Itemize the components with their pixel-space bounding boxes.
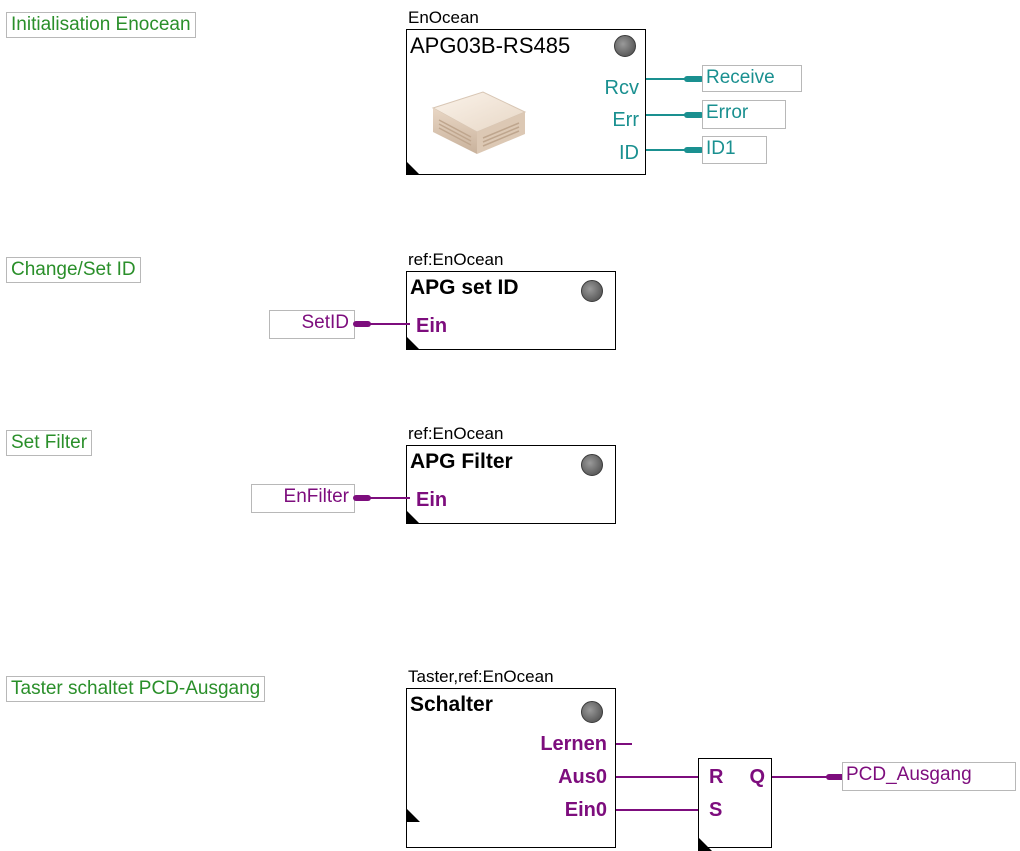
wire-ein0-s[interactable]	[616, 809, 706, 811]
fb-corner-marker	[406, 161, 420, 175]
output-error[interactable]: Error	[702, 100, 786, 129]
fb-corner-marker	[406, 808, 420, 822]
pin-lernen: Lernen	[540, 733, 607, 755]
comment-init[interactable]: Initialisation Enocean	[6, 12, 196, 38]
fb-filter-label: ref:EnOcean	[408, 424, 504, 443]
status-led-icon	[581, 701, 603, 723]
fb-schalter-title: Schalter	[410, 693, 493, 716]
comment-taster[interactable]: Taster schaltet PCD-Ausgang	[6, 676, 266, 702]
connector-err-icon	[684, 112, 704, 118]
pin-err: Err	[612, 109, 639, 131]
comment-set-filter[interactable]: Set Filter	[6, 430, 93, 456]
input-setid[interactable]: SetID	[269, 310, 355, 339]
pin-s: S	[709, 799, 723, 821]
fb-setid-title: APG set ID	[410, 276, 519, 299]
status-led-icon	[581, 454, 603, 476]
fb-init-title: APG03B-RS485	[410, 33, 571, 58]
fb-init-block[interactable]: APG03B-RS485 Rcv Err ID	[406, 29, 646, 175]
fb-setid-block[interactable]: APG set ID Ein	[406, 271, 616, 350]
wire-aus0-r[interactable]	[616, 776, 706, 778]
fb-corner-marker	[698, 837, 712, 851]
fb-setid-label: ref:EnOcean	[408, 250, 504, 269]
wire-lernen[interactable]	[616, 743, 632, 745]
sensor-device-icon	[431, 91, 527, 154]
pin-rcv: Rcv	[604, 77, 639, 99]
rs-flipflop-block[interactable]: R Q S	[698, 758, 772, 851]
output-pcd-ausgang[interactable]: PCD_Ausgang	[842, 762, 1016, 791]
input-enfilter[interactable]: EnFilter	[251, 484, 355, 513]
fb-corner-marker	[406, 510, 420, 524]
status-led-icon	[614, 35, 636, 57]
pin-aus0: Aus0	[558, 766, 607, 788]
output-receive[interactable]: Receive	[702, 65, 802, 92]
fb-filter-title: APG Filter	[410, 450, 513, 473]
fb-schalter-block[interactable]: Schalter Lernen Aus0 Ein0	[406, 688, 616, 848]
pin-ein: Ein	[416, 315, 448, 337]
wire-q-output[interactable]	[772, 776, 834, 778]
fb-filter-block[interactable]: APG Filter Ein	[406, 445, 616, 524]
fb-corner-marker	[406, 336, 420, 350]
status-led-icon	[581, 280, 603, 302]
wire-setid[interactable]	[368, 323, 410, 325]
connector-rcv-icon	[684, 76, 704, 82]
fb-schalter-label: Taster,ref:EnOcean	[408, 667, 554, 686]
comment-change-id[interactable]: Change/Set ID	[6, 257, 141, 283]
pin-ein0: Ein0	[564, 799, 607, 821]
fb-init-label: EnOcean	[408, 8, 479, 27]
output-id1[interactable]: ID1	[702, 136, 767, 164]
pin-q: Q	[749, 766, 765, 788]
wire-enfilter[interactable]	[368, 497, 410, 499]
pin-id: ID	[619, 142, 639, 164]
connector-id-icon	[684, 147, 704, 153]
pin-r: R	[709, 766, 724, 788]
pin-ein: Ein	[416, 489, 448, 511]
